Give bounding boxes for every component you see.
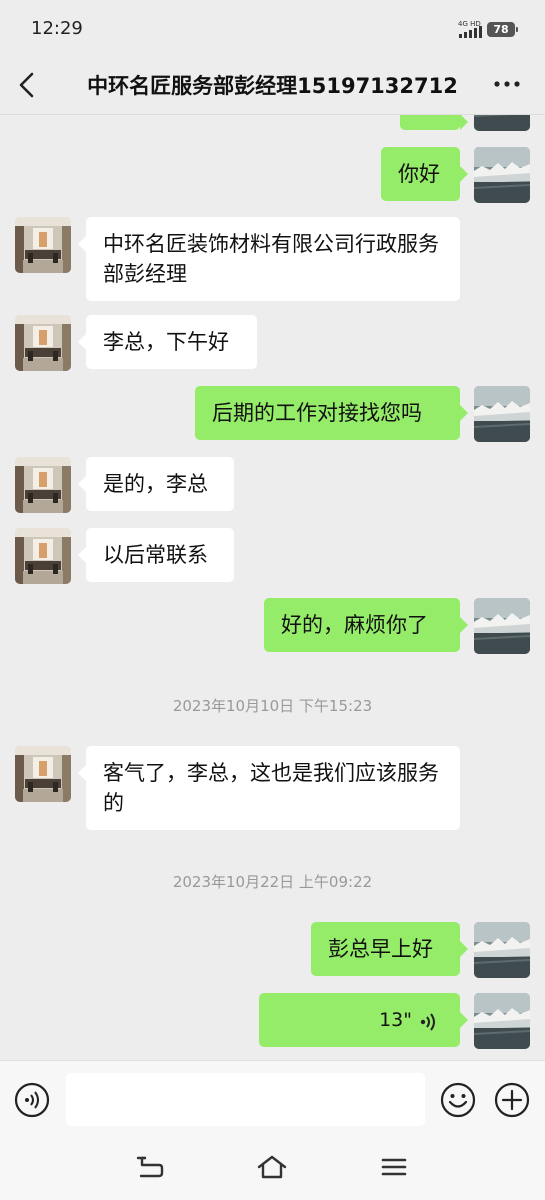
- battery-icon: 78: [487, 22, 518, 37]
- message-input[interactable]: [66, 1073, 425, 1126]
- nav-home-icon[interactable]: [256, 1153, 288, 1181]
- chat-header: 中环名匠服务部彭经理15197132712: [0, 58, 545, 115]
- contact-avatar[interactable]: [15, 217, 71, 273]
- message-bubble-incoming[interactable]: 客气了，李总，这也是我们应该服务的: [78, 746, 460, 830]
- contact-avatar[interactable]: [15, 315, 71, 371]
- message-bubble-incoming[interactable]: 李总，下午好: [78, 315, 257, 369]
- network-label: 4G HD: [458, 20, 481, 28]
- contact-avatar[interactable]: [15, 457, 71, 513]
- message-bubble-outgoing[interactable]: 后期的工作对接找您吗: [195, 386, 468, 440]
- contact-avatar[interactable]: [15, 746, 71, 802]
- message-list[interactable]: 你好 中环名匠装饰材料有限公司行政服务部彭经理 李总，下午好 后期的工作对接找您…: [0, 115, 545, 1060]
- chat-title: 中环名匠服务部彭经理15197132712: [87, 74, 458, 98]
- system-nav-bar: [0, 1138, 545, 1200]
- signal-icon: 4G HD: [458, 19, 484, 39]
- voice-duration: 13": [379, 1009, 412, 1031]
- message-bubble-outgoing[interactable]: 你好: [381, 147, 468, 201]
- voice-message-bubble[interactable]: 13": [259, 993, 468, 1047]
- my-avatar[interactable]: [474, 386, 530, 442]
- back-icon[interactable]: [14, 70, 40, 100]
- status-bar: 12:29 4G HD 78: [0, 0, 545, 58]
- voice-wave-icon: [420, 1010, 438, 1031]
- message-bubble-incoming[interactable]: 是的，李总: [78, 457, 234, 511]
- nav-menu-icon[interactable]: [378, 1153, 410, 1181]
- my-avatar[interactable]: [474, 115, 530, 131]
- my-avatar[interactable]: [474, 147, 530, 203]
- message-timestamp: 2023年10月10日 下午15:23: [172, 697, 373, 715]
- voice-mode-icon[interactable]: [14, 1082, 50, 1118]
- status-time: 12:29: [31, 18, 83, 39]
- my-avatar[interactable]: [474, 993, 530, 1049]
- emoji-icon[interactable]: [440, 1082, 476, 1118]
- more-icon[interactable]: [492, 74, 522, 94]
- message-bubble-outgoing[interactable]: 彭总早上好: [311, 922, 468, 976]
- my-avatar[interactable]: [474, 922, 530, 978]
- nav-back-icon[interactable]: [135, 1153, 167, 1181]
- input-bar: [0, 1060, 545, 1139]
- plus-icon[interactable]: [494, 1082, 530, 1118]
- message-timestamp: 2023年10月22日 上午09:22: [172, 873, 373, 891]
- message-bubble-partial: [400, 115, 468, 130]
- my-avatar[interactable]: [474, 598, 530, 654]
- message-bubble-incoming[interactable]: 以后常联系: [78, 528, 234, 582]
- message-bubble-outgoing[interactable]: 好的，麻烦你了: [264, 598, 468, 652]
- contact-avatar[interactable]: [15, 528, 71, 584]
- message-bubble-incoming[interactable]: 中环名匠装饰材料有限公司行政服务部彭经理: [78, 217, 460, 301]
